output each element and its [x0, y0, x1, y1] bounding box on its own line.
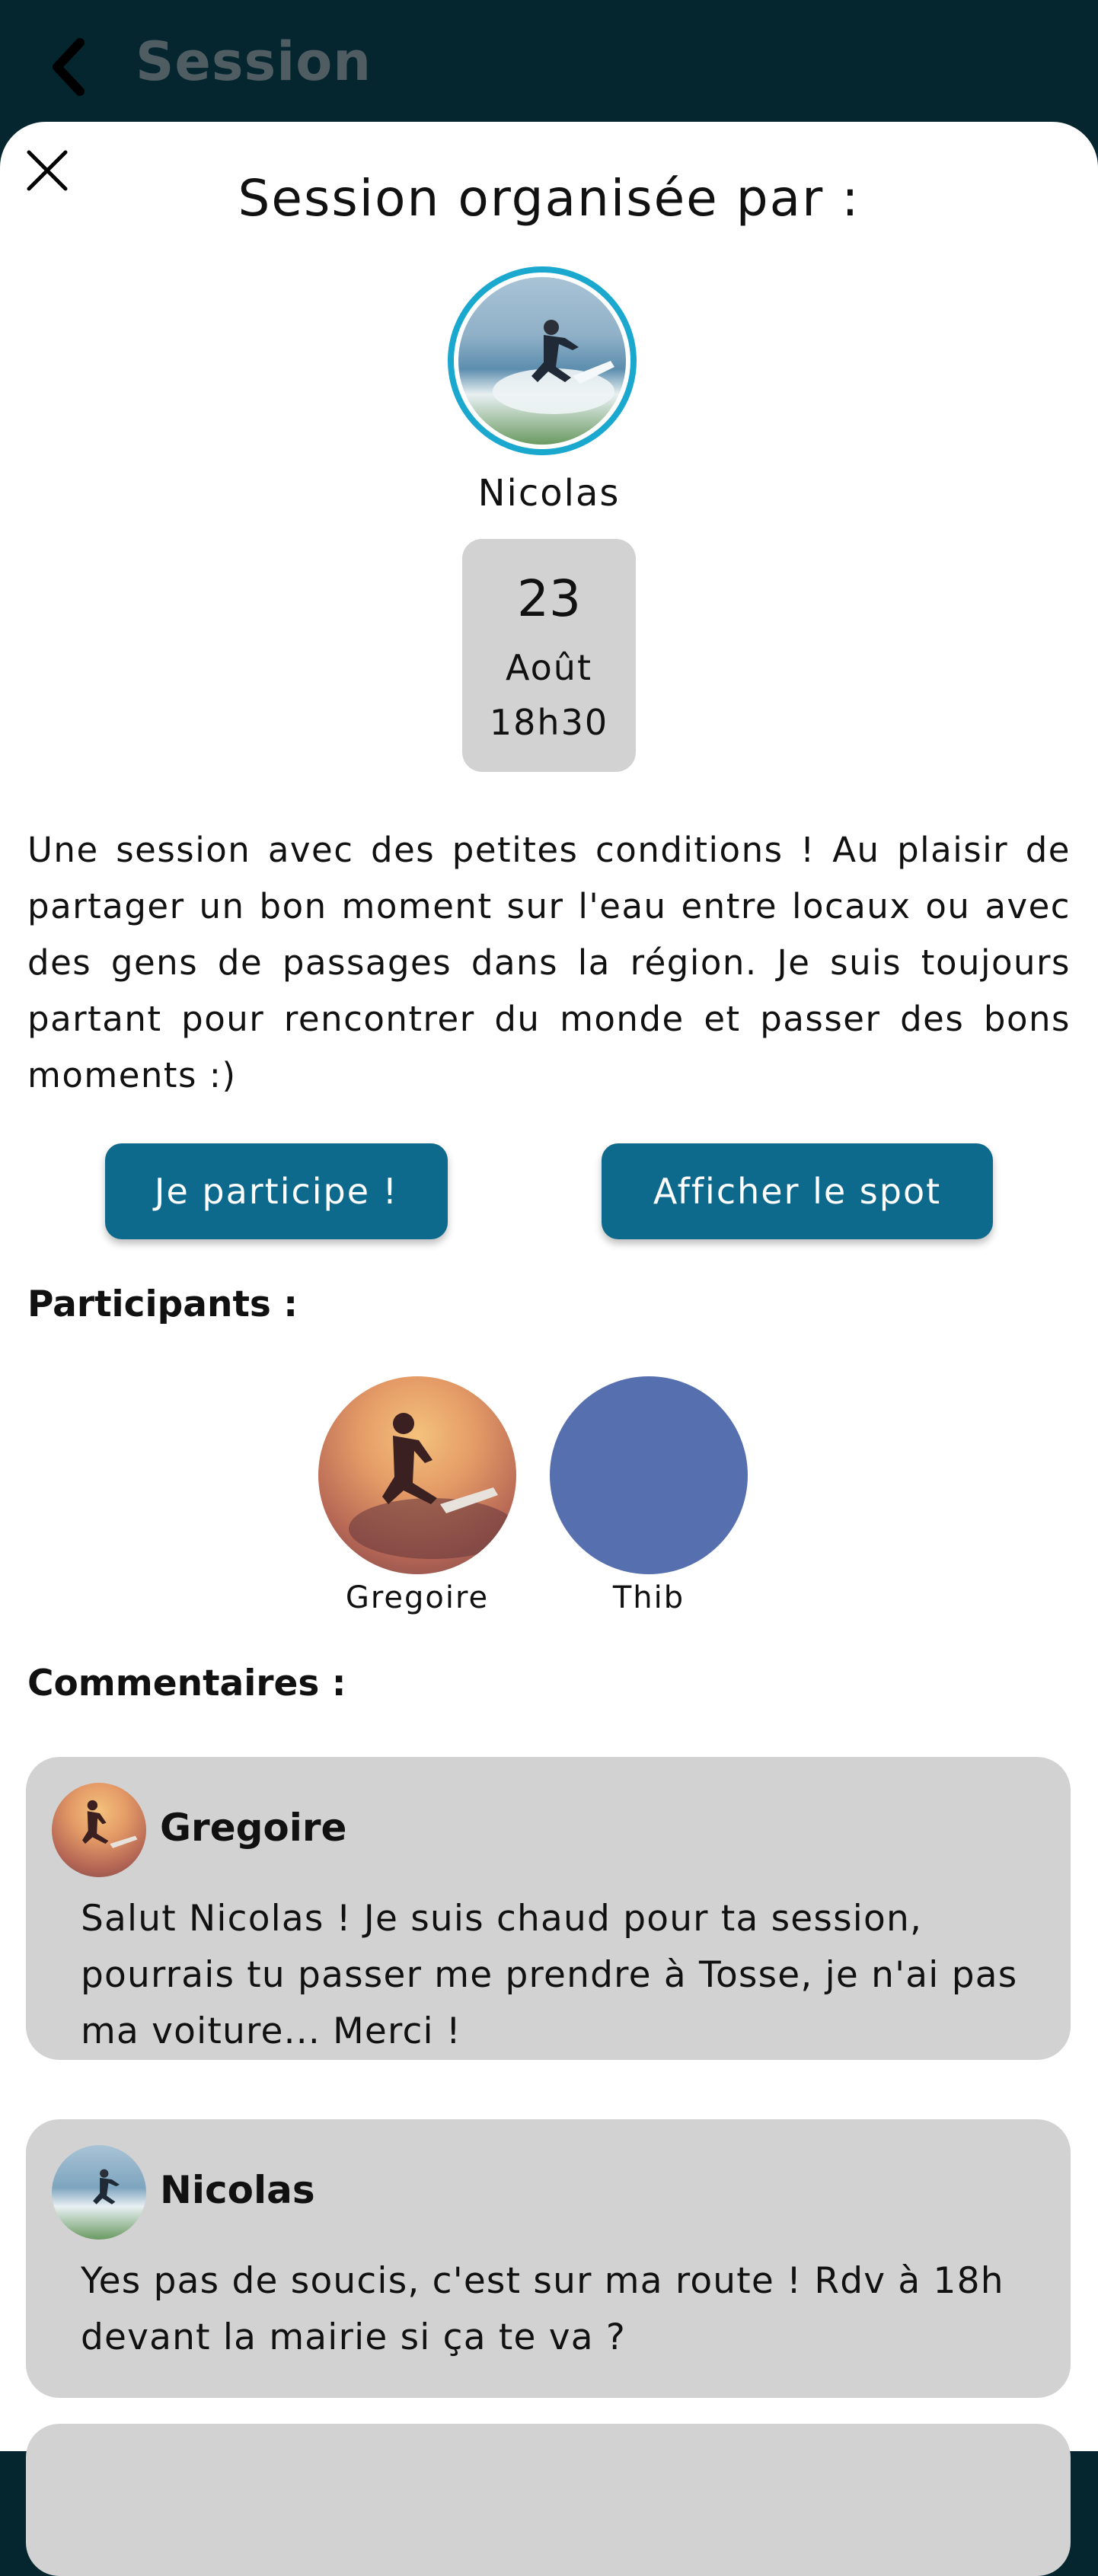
- session-sheet: Session organisée par : Nicolas 23 Août …: [0, 122, 1098, 2576]
- participant-name: Gregoire: [345, 1580, 490, 1615]
- participants-label: Participants :: [27, 1283, 298, 1325]
- comment-card-partial: [26, 2424, 1071, 2576]
- chevron-left-icon: [53, 38, 85, 96]
- organizer-name: Nicolas: [477, 472, 621, 515]
- participant-avatar: [318, 1376, 516, 1574]
- date-day: 23: [517, 569, 581, 628]
- header-title: Session: [136, 30, 372, 93]
- comments-label: Commentaires :: [27, 1663, 346, 1704]
- organizer-photo: [458, 277, 626, 445]
- participant-item[interactable]: Gregoire: [318, 1376, 516, 1615]
- comment-card: Gregoire Salut Nicolas ! Je suis chaud p…: [26, 1757, 1071, 2060]
- participant-item[interactable]: Thib: [550, 1376, 748, 1615]
- comment-text: Yes pas de soucis, c'est sur ma route ! …: [81, 2260, 1004, 2358]
- comment-avatar[interactable]: [52, 1783, 146, 1877]
- comment-text: Salut Nicolas ! Je suis chaud pour ta se…: [81, 1898, 1018, 2052]
- comment-avatar[interactable]: [52, 2145, 146, 2240]
- app-header: Session: [0, 0, 1098, 129]
- participants-list: Gregoire Thib: [0, 1376, 1098, 1615]
- date-month: Août: [506, 647, 592, 688]
- comment-card: Nicolas Yes pas de soucis, c'est sur ma …: [26, 2119, 1071, 2398]
- session-description: Une session avec des petites conditions …: [27, 830, 1071, 1095]
- comment-author: Gregoire: [160, 1806, 347, 1850]
- sheet-title: Session organisée par :: [238, 169, 860, 228]
- date-time: 18h30: [489, 702, 609, 743]
- organizer-avatar[interactable]: [448, 266, 637, 455]
- show-spot-button[interactable]: Afficher le spot: [602, 1143, 993, 1239]
- back-button[interactable]: [44, 37, 93, 97]
- participant-avatar: [550, 1376, 748, 1574]
- participate-button[interactable]: Je participe !: [105, 1143, 448, 1239]
- comment-author: Nicolas: [160, 2168, 315, 2212]
- participant-name: Thib: [612, 1580, 685, 1615]
- session-date-card: 23 Août 18h30: [462, 539, 636, 772]
